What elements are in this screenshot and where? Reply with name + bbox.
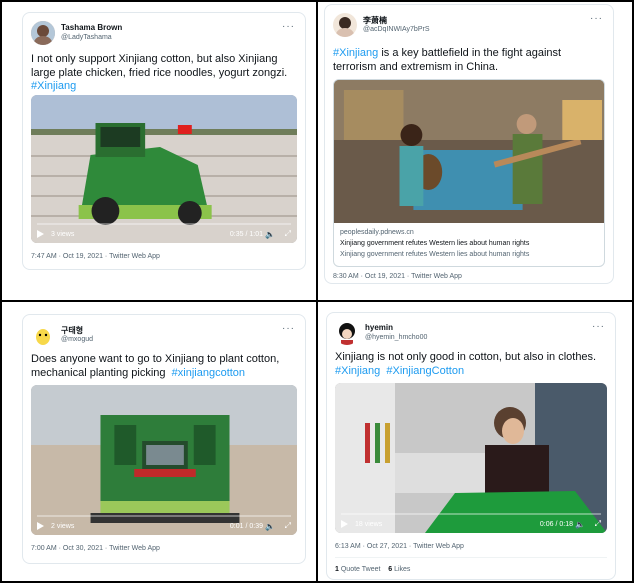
view-count: 3 views	[51, 231, 75, 238]
tweet-video[interactable]: 18 views 0:06 / 0:18 🔈 ⤢	[335, 383, 607, 533]
tweet-meta[interactable]: 7:00 AM · Oct 30, 2021 · Twitter Web App	[31, 545, 160, 552]
tweet-header: hyemin @hyemin_hmcho00 ···	[335, 321, 607, 349]
video-time: 0:01 / 0:39	[229, 523, 263, 530]
more-options-icon[interactable]: ···	[282, 21, 295, 32]
more-options-icon[interactable]: ···	[592, 321, 605, 332]
video-controls: 2 views 0:01 / 0:39 🔈 ⤢	[31, 515, 297, 535]
video-time: 0:06 / 0:18	[539, 521, 573, 528]
video-time: 0:35 / 1:01	[229, 231, 263, 238]
cotton-harvester-image	[31, 385, 297, 535]
fullscreen-icon[interactable]: ⤢	[285, 229, 291, 239]
author-handle[interactable]: @acDqINWIAy7bPrS	[363, 26, 430, 33]
divider-horizontal	[0, 300, 634, 302]
tweet-video[interactable]: 2 views 0:01 / 0:39 🔈 ⤢	[31, 385, 297, 535]
link-preview-image	[334, 80, 604, 223]
link-description: Xinjiang government refutes Western lies…	[340, 251, 530, 258]
tweet-stats: 1 Quote Tweet 6 Likes	[335, 566, 410, 573]
quote-tweet-count[interactable]: 1 Quote Tweet	[335, 566, 380, 573]
tweet-card-3[interactable]: 구태형 @mxogud ··· Does anyone want to go t…	[22, 314, 306, 564]
link-domain: peoplesdaily.pdnews.cn	[340, 229, 414, 236]
fullscreen-icon[interactable]: ⤢	[595, 519, 601, 529]
play-icon[interactable]	[37, 230, 44, 238]
volume-icon[interactable]: 🔈	[265, 522, 275, 531]
author-name[interactable]: hyemin	[365, 323, 393, 332]
author-handle[interactable]: @mxogud	[61, 336, 93, 343]
more-options-icon[interactable]: ···	[282, 323, 295, 334]
link-preview-card[interactable]: peoplesdaily.pdnews.cn Xinjiang governme…	[333, 79, 605, 267]
tweet-card-4[interactable]: hyemin @hyemin_hmcho00 ··· Xinjiang is n…	[326, 312, 616, 580]
author-name[interactable]: Tashama Brown	[61, 23, 122, 32]
view-count: 2 views	[51, 523, 75, 530]
play-icon[interactable]	[341, 520, 348, 528]
divider-vertical	[316, 0, 318, 583]
tweet-header: 李萧楠 @acDqINWIAy7bPrS ···	[333, 13, 605, 41]
video-controls: 18 views 0:06 / 0:18 🔈 ⤢	[335, 513, 607, 533]
author-handle[interactable]: @LadyTashama	[61, 34, 112, 41]
link-title: Xinjiang government refutes Western lies…	[340, 240, 530, 247]
volume-icon[interactable]: 🔈	[575, 520, 585, 529]
avatar[interactable]	[31, 21, 55, 45]
cotton-harvester-image	[31, 95, 297, 243]
tweet-card-1[interactable]: Tashama Brown @LadyTashama ··· I not onl…	[22, 12, 306, 270]
fullscreen-icon[interactable]: ⤢	[285, 521, 291, 531]
tweet-text: I not only support Xinjiang cotton, but …	[31, 53, 297, 94]
hashtag-link[interactable]: #Xinjiang	[31, 80, 76, 92]
hashtag-link[interactable]: #Xinjiang	[335, 365, 380, 377]
view-count: 18 views	[355, 521, 383, 528]
tweet-text: Xinjiang is not only good in cotton, but…	[335, 351, 607, 378]
tweet-text: Does anyone want to go to Xinjiang to pl…	[31, 353, 297, 380]
tweet-header: Tashama Brown @LadyTashama ···	[31, 21, 297, 49]
tweet-meta[interactable]: 8:30 AM · Oct 19, 2021 · Twitter Web App	[333, 273, 462, 280]
play-icon[interactable]	[37, 522, 44, 530]
volume-icon[interactable]: 🔈	[265, 230, 275, 239]
author-handle[interactable]: @hyemin_hmcho00	[365, 334, 427, 341]
hashtag-link[interactable]: #XinjiangCotton	[386, 365, 464, 377]
sewing-woman-image	[335, 383, 607, 533]
like-count[interactable]: 6 Likes	[388, 566, 410, 573]
author-name[interactable]: 李萧楠	[363, 15, 387, 26]
tweet-body: I not only support Xinjiang cotton, but …	[31, 53, 288, 79]
video-controls: 3 views 0:35 / 1:01 🔈 ⤢	[31, 223, 297, 243]
more-options-icon[interactable]: ···	[590, 13, 603, 24]
tweet-card-2[interactable]: 李萧楠 @acDqINWIAy7bPrS ··· #Xinjiang is a …	[324, 4, 614, 284]
tweet-body: Xinjiang is not only good in cotton, but…	[335, 351, 597, 363]
tweet-meta[interactable]: 7:47 AM · Oct 19, 2021 · Twitter Web App	[31, 253, 160, 260]
tweet-text: #Xinjiang is a key battlefield in the fi…	[333, 47, 605, 74]
hashtag-link[interactable]: #xinjiangcotton	[172, 367, 245, 379]
avatar[interactable]	[31, 323, 55, 347]
avatar[interactable]	[335, 321, 359, 345]
avatar[interactable]	[333, 13, 357, 37]
hashtag-link[interactable]: #Xinjiang	[333, 47, 378, 59]
tweet-meta[interactable]: 6:13 AM · Oct 27, 2021 · Twitter Web App	[335, 543, 464, 550]
author-name[interactable]: 구태형	[61, 325, 83, 336]
tweet-divider	[335, 557, 607, 558]
tweet-header: 구태형 @mxogud ···	[31, 323, 297, 351]
tweet-video[interactable]: 3 views 0:35 / 1:01 🔈 ⤢	[31, 95, 297, 243]
